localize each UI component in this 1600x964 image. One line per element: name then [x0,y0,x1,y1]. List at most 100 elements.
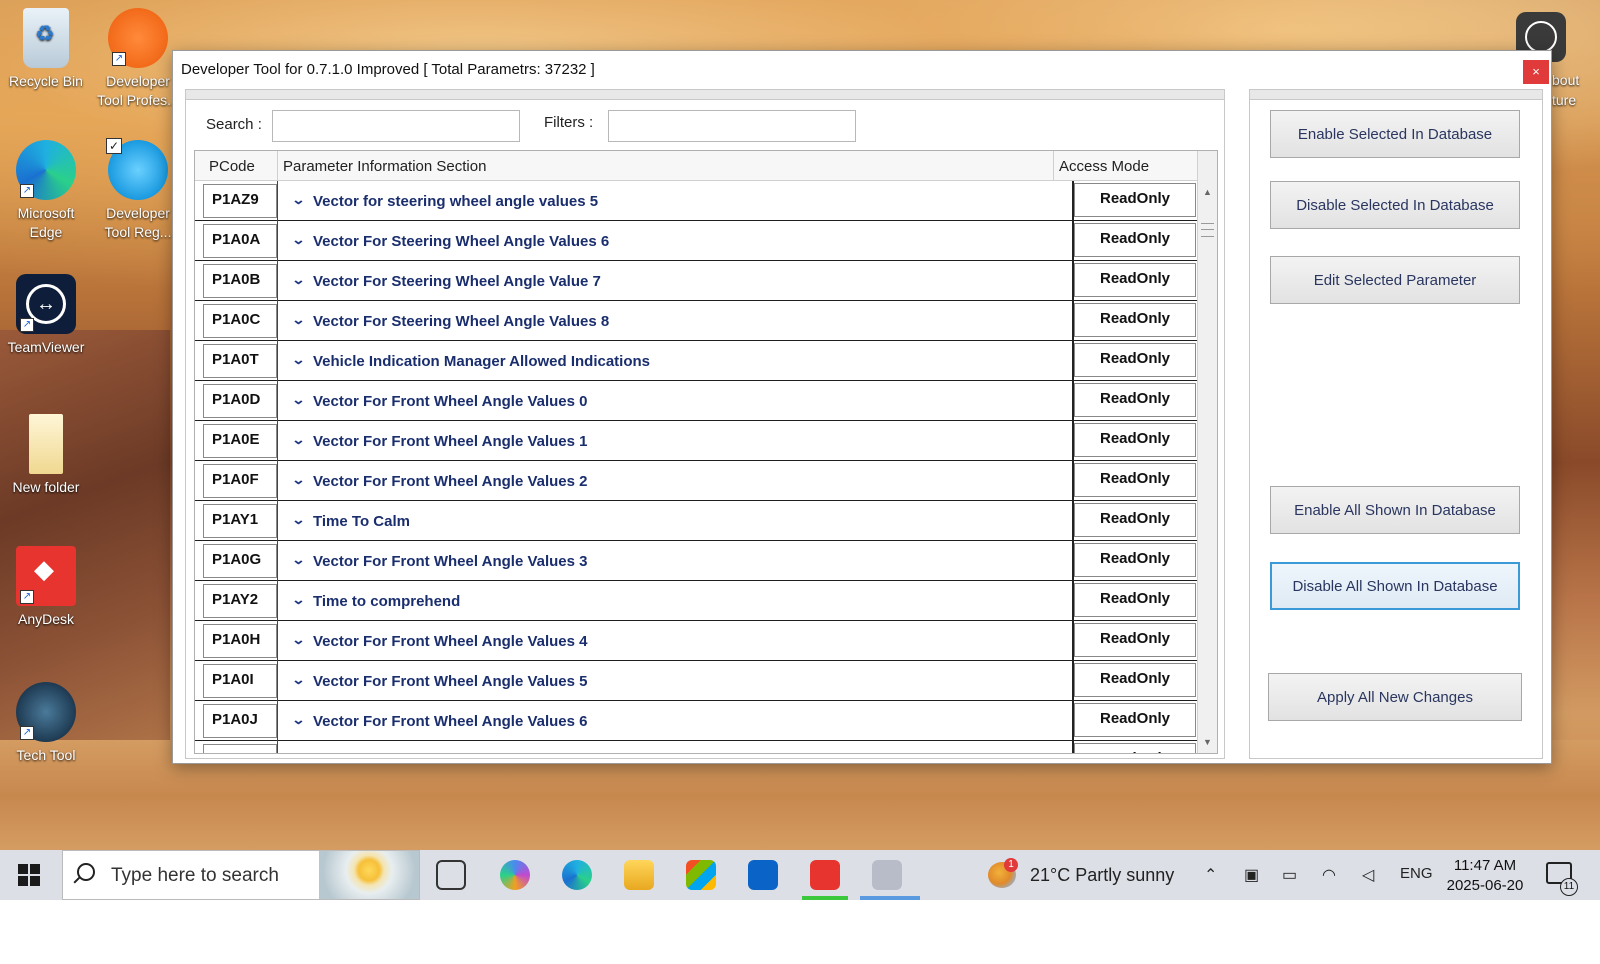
chevron-down-icon[interactable]: ⌄ [291,512,305,528]
developer-tool-taskbar-icon[interactable] [872,860,902,890]
table-row[interactable]: P1A0B ⌄ Vector For Steering Wheel Angle Va… [195,261,1199,301]
parameter-info-cell[interactable]: Vector for steering wheel angle values 5 [313,193,598,210]
table-row[interactable]: P1A0F ⌄ Vector For Front Wheel Angle Value… [195,461,1199,501]
access-mode-cell[interactable]: ReadOnly [1074,183,1196,217]
pcode-cell[interactable]: P1A0H [203,624,277,658]
table-row[interactable]: P1A0G ⌄ Vector For Front Wheel Angle Value… [195,541,1199,581]
apply-all-changes-button[interactable]: Apply All New Changes [1268,673,1522,721]
parameter-info-cell[interactable]: Vector For Front Wheel Angle Values 5 [313,673,588,690]
parameter-info-cell[interactable]: Vehicle Indication Manager Allowed Indic… [313,353,650,370]
column-header-pcode[interactable]: PCode [209,158,255,175]
chevron-down-icon[interactable]: ⌄ [291,232,305,248]
search-input[interactable] [272,110,520,142]
access-mode-cell[interactable]: ReadOnly [1074,303,1196,337]
parameter-info-cell[interactable]: Vector For Front Wheel Angle Values 0 [313,393,588,410]
pcode-cell[interactable]: P1A0C [203,304,277,338]
chevron-down-icon[interactable]: ⌄ [291,552,305,568]
table-row[interactable]: P1AZ9 ⌄ Vector for steering wheel angle va… [195,181,1199,221]
wifi-icon[interactable]: ◠ [1322,865,1336,885]
table-row[interactable]: P1A0E ⌄ Vector For Front Wheel Angle Value… [195,421,1199,461]
table-row[interactable]: P1A0J ⌄ Vector For Front Wheel Angle Value… [195,701,1199,741]
chevron-down-icon[interactable]: ⌄ [291,472,305,488]
access-mode-cell[interactable]: ReadOnly [1074,503,1196,537]
desktop-icon-anydesk[interactable]: ◆ ↗ AnyDesk [4,546,88,629]
access-mode-cell[interactable]: ReadOnly [1074,663,1196,697]
table-row[interactable]: P1A0K ⌄ Vector For Front Wheel Angle Value… [195,741,1199,753]
taskbar-search-box[interactable]: Type here to search [62,850,420,900]
grid-vertical-scrollbar[interactable]: ▲ ▼ [1197,151,1217,753]
language-indicator[interactable]: ENG [1400,865,1433,882]
parameter-info-cell[interactable]: Time To Calm [313,513,410,530]
meet-icon[interactable]: ▣ [1244,865,1259,885]
table-row[interactable]: P1A0I ⌄ Vector For Front Wheel Angle Value… [195,661,1199,701]
desktop-icon-developer-tool-reg[interactable]: ✓ Developer Tool Reg... [96,138,180,242]
access-mode-cell[interactable]: ReadOnly [1074,583,1196,617]
table-row[interactable]: P1A0C ⌄ Vector For Steering Wheel Angle Va… [195,301,1199,341]
desktop-icon-developer-tool-profes[interactable]: ↗ Developer Tool Profes... [96,8,180,110]
scrollbar-thumb[interactable] [1201,223,1214,237]
pcode-cell[interactable]: P1A0K [203,744,277,753]
pcode-cell[interactable]: P1A0D [203,384,277,418]
pcode-cell[interactable]: P1A0T [203,344,277,378]
parameter-info-cell[interactable]: Time to comprehend [313,593,460,610]
edit-selected-parameter-button[interactable]: Edit Selected Parameter [1270,256,1520,304]
desktop-icon-recycle-bin[interactable]: ♻ Recycle Bin [4,8,88,91]
chevron-down-icon[interactable]: ⌄ [291,672,305,688]
access-mode-cell[interactable]: ReadOnly [1074,743,1196,753]
windows-start-icon[interactable] [18,864,40,886]
taskbar-clock[interactable]: 11:47 AM 2025-06-20 [1440,856,1530,896]
parameter-info-cell[interactable]: Vector For Front Wheel Angle Values 4 [313,633,588,650]
enable-selected-button[interactable]: Enable Selected In Database [1270,110,1520,158]
microsoft-store-icon[interactable] [686,860,716,890]
chevron-down-icon[interactable]: ⌄ [291,352,305,368]
desktop-icon-tech-tool[interactable]: ↗ Tech Tool [4,682,88,765]
scroll-down-arrow-icon[interactable]: ▼ [1203,737,1212,747]
access-mode-cell[interactable]: ReadOnly [1074,223,1196,257]
weather-text[interactable]: 21°C Partly sunny [1030,865,1174,886]
parameter-info-cell[interactable]: Vector For Front Wheel Angle Values 1 [313,433,588,450]
pcode-cell[interactable]: P1AY1 [203,504,277,538]
filters-input[interactable] [608,110,856,142]
chevron-down-icon[interactable]: ⌄ [291,312,305,328]
access-mode-cell[interactable]: ReadOnly [1074,343,1196,377]
chevron-down-icon[interactable]: ⌄ [291,272,305,288]
chevron-down-icon[interactable]: ⌄ [291,752,305,753]
column-header-access-mode[interactable]: Access Mode [1059,158,1149,175]
chevron-down-icon[interactable]: ⌄ [291,592,305,608]
disable-all-shown-button[interactable]: Disable All Shown In Database [1270,562,1520,610]
desktop-icon-microsoft-edge[interactable]: ↗ Microsoft Edge [4,140,88,242]
parameter-info-cell[interactable]: Vector For Front Wheel Angle Values 2 [313,473,588,490]
scroll-up-arrow-icon[interactable]: ▲ [1203,187,1212,197]
anydesk-taskbar-icon[interactable] [810,860,840,890]
pcode-cell[interactable]: P1A0B [203,264,277,298]
parameter-info-cell[interactable]: Vector For Steering Wheel Angle Values 6 [313,233,609,250]
disable-selected-button[interactable]: Disable Selected In Database [1270,181,1520,229]
file-explorer-icon[interactable] [624,860,654,890]
table-row[interactable]: P1A0T ⌄ Vehicle Indication Manager Allowed… [195,341,1199,381]
pcode-cell[interactable]: P1A0G [203,544,277,578]
pcode-cell[interactable]: P1A0A [203,224,277,258]
table-row[interactable]: P1A0H ⌄ Vector For Front Wheel Angle Value… [195,621,1199,661]
chevron-up-icon[interactable]: ⌃ [1204,865,1217,885]
parameter-info-cell[interactable]: Vector For Front Wheel Angle Values 6 [313,713,588,730]
parameter-info-cell[interactable]: Vector For Steering Wheel Angle Value 7 [313,273,601,290]
enable-all-shown-button[interactable]: Enable All Shown In Database [1270,486,1520,534]
table-row[interactable]: P1A0A ⌄ Vector For Steering Wheel Angle Va… [195,221,1199,261]
close-button[interactable]: × [1523,60,1549,84]
access-mode-cell[interactable]: ReadOnly [1074,463,1196,497]
task-view-icon[interactable] [436,860,466,890]
edge-taskbar-icon[interactable] [562,860,592,890]
desktop-icon-new-folder[interactable]: New folder [4,414,88,497]
access-mode-cell[interactable]: ReadOnly [1074,263,1196,297]
desktop-icon-teamviewer[interactable]: ↔ ↗ TeamViewer [4,274,88,357]
chevron-down-icon[interactable]: ⌄ [291,392,305,408]
pcode-cell[interactable]: P1A0J [203,704,277,738]
column-separator[interactable] [277,151,278,181]
table-row[interactable]: P1AY2 ⌄ Time to comprehend ReadOnly [195,581,1199,621]
chevron-down-icon[interactable]: ⌄ [291,432,305,448]
parameter-info-cell[interactable]: Vector For Steering Wheel Angle Values 8 [313,313,609,330]
access-mode-cell[interactable]: ReadOnly [1074,383,1196,417]
pcode-cell[interactable]: P1A0F [203,464,277,498]
volume-icon[interactable]: ◁ [1362,865,1374,885]
pcode-cell[interactable]: P1AY2 [203,584,277,618]
